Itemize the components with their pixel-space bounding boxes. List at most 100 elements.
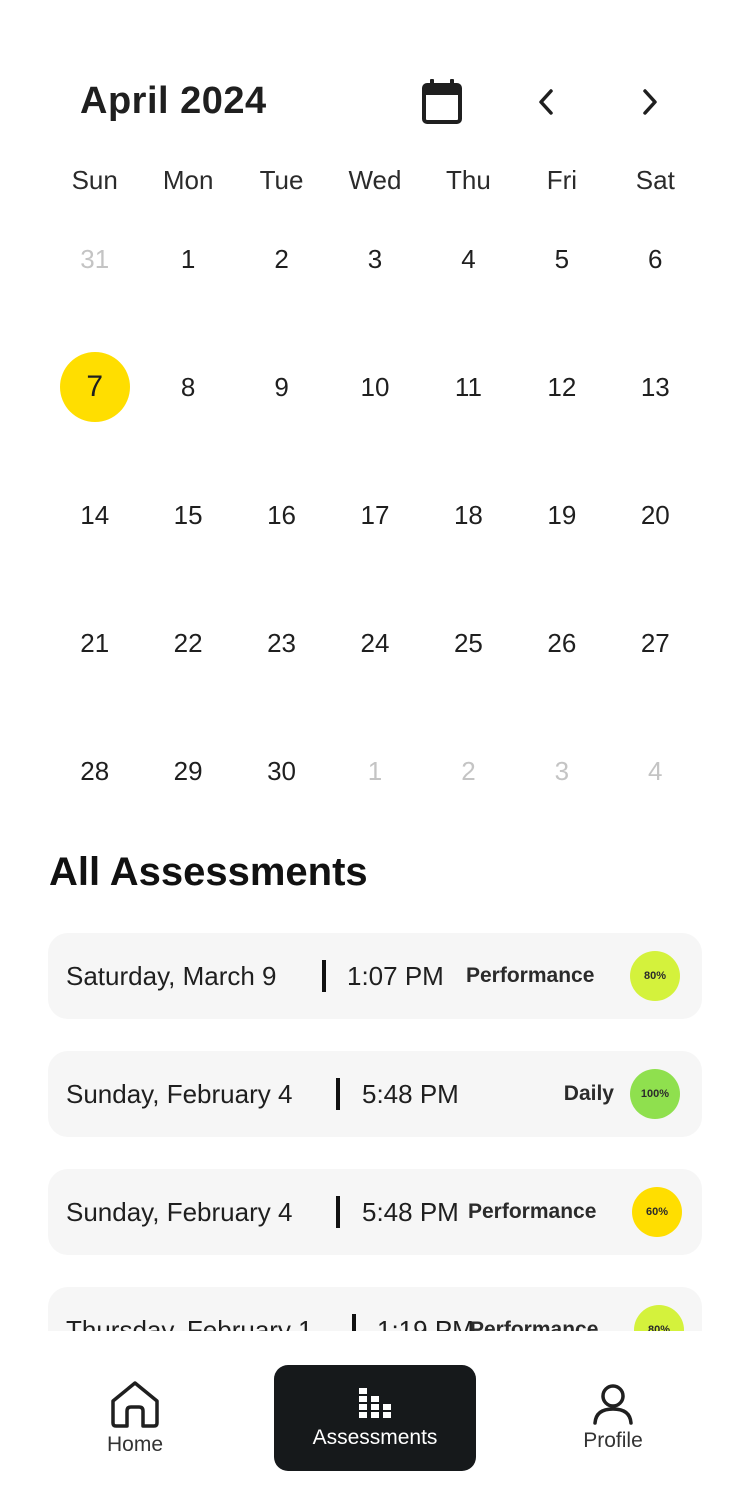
calendar-icon xyxy=(422,79,462,124)
assessment-card[interactable]: Sunday, February 4 5:48 PM Performance 60% xyxy=(48,1169,702,1255)
score-value: 80% xyxy=(647,1323,671,1332)
calendar-day-number: 4 xyxy=(461,243,476,274)
calendar-day[interactable]: 5 xyxy=(515,195,608,323)
calendar-day-number: 12 xyxy=(547,371,577,402)
next-month-button[interactable] xyxy=(624,76,676,128)
calendar-day[interactable]: 17 xyxy=(328,451,421,579)
calendar-day-selected[interactable]: 7 xyxy=(48,323,141,451)
calendar-day-number: 8 xyxy=(180,371,196,402)
calendar-header: April 2024 xyxy=(0,70,750,134)
calendar-day[interactable]: 28 xyxy=(48,707,141,835)
prev-month-button[interactable] xyxy=(520,76,572,128)
calendar-day[interactable]: 11 xyxy=(422,323,515,451)
calendar-day[interactable]: 27 xyxy=(609,579,702,707)
calendar-day[interactable]: 20 xyxy=(609,451,702,579)
calendar-day[interactable]: 1 xyxy=(141,195,234,323)
calendar-day[interactable]: 18 xyxy=(422,451,515,579)
separator xyxy=(336,1196,340,1228)
assessment-date: Sunday, February 4 xyxy=(66,1079,293,1109)
calendar-day-number: 27 xyxy=(640,627,670,658)
assessments-icon xyxy=(359,1388,391,1418)
calendar-day-outside[interactable]: 4 xyxy=(609,707,702,835)
calendar-day[interactable]: 19 xyxy=(515,451,608,579)
separator xyxy=(322,960,326,992)
nav-home[interactable]: Home xyxy=(60,1379,210,1457)
separator xyxy=(352,1314,356,1331)
calendar-day-number: 28 xyxy=(80,755,110,786)
calendar-day-number: 3 xyxy=(367,243,383,274)
assessment-list[interactable]: Saturday, March 9 1:07 PM Performance 80% Su… xyxy=(48,933,702,1331)
calendar-day[interactable]: 15 xyxy=(141,451,234,579)
weekday-mon: Mon xyxy=(162,165,214,195)
calendar-day[interactable]: 29 xyxy=(141,707,234,835)
calendar-picker-button[interactable] xyxy=(416,76,468,128)
nav-profile[interactable]: Profile xyxy=(540,1383,686,1453)
calendar-day-outside[interactable]: 3 xyxy=(515,707,608,835)
calendar-day[interactable]: 3 xyxy=(328,195,421,323)
calendar-day[interactable]: 21 xyxy=(48,579,141,707)
calendar-day[interactable]: 24 xyxy=(328,579,421,707)
calendar-day-number: 25 xyxy=(453,627,483,658)
assessment-time: 1:19 PM xyxy=(377,1315,474,1331)
calendar-day-outside[interactable]: 31 xyxy=(48,195,141,323)
calendar-day[interactable]: 25 xyxy=(422,579,515,707)
assessment-time: 1:07 PM xyxy=(347,961,444,991)
calendar-day-number: 5 xyxy=(554,243,570,274)
weekday-header-row: Sun Mon Tue Wed Thu Fri Sat xyxy=(48,160,702,200)
calendar-day-number: 2 xyxy=(274,243,289,274)
calendar-day[interactable]: 2 xyxy=(235,195,328,323)
calendar-day-number: 29 xyxy=(173,755,203,786)
assessment-time: 5:48 PM xyxy=(362,1079,459,1109)
weekday-sun: Sun xyxy=(71,165,118,195)
calendar-day[interactable]: 4 xyxy=(422,195,515,323)
weekday-tue: Tue xyxy=(259,165,304,195)
section-title: All Assessments xyxy=(49,850,368,894)
nav-profile-label: Profile xyxy=(583,1429,643,1452)
calendar-day-number: 9 xyxy=(274,371,289,402)
assessment-type: Performance xyxy=(468,1200,597,1223)
calendar-day-number: 1 xyxy=(180,243,196,274)
score-value: 80% xyxy=(643,969,667,982)
assessment-card[interactable]: Saturday, March 9 1:07 PM Performance 80% xyxy=(48,933,702,1019)
calendar-day[interactable]: 10 xyxy=(328,323,421,451)
calendar-day[interactable]: 30 xyxy=(235,707,328,835)
assessment-card[interactable]: Thursday, February 1 1:19 PM Performance 80… xyxy=(48,1287,702,1331)
calendar-day-number: 19 xyxy=(547,499,577,530)
calendar-day-number: 20 xyxy=(640,499,670,530)
calendar-day-outside[interactable]: 1 xyxy=(328,707,421,835)
calendar-day[interactable]: 8 xyxy=(141,323,234,451)
nav-assessments-label: Assessments xyxy=(312,1426,438,1449)
assessment-date: Sunday, February 4 xyxy=(66,1197,293,1227)
score-badge: 100% xyxy=(630,1069,680,1119)
score-badge: 80% xyxy=(630,951,680,1001)
calendar-day-number: 26 xyxy=(547,627,577,658)
assessment-card[interactable]: Sunday, February 4 5:48 PM Daily 100% xyxy=(48,1051,702,1137)
bottom-nav: Home Assessments Profile xyxy=(0,1331,750,1493)
assessment-date: Saturday, March 9 xyxy=(66,961,277,991)
calendar-day[interactable]: 13 xyxy=(609,323,702,451)
calendar-day[interactable]: 23 xyxy=(235,579,328,707)
chevron-left-icon xyxy=(539,89,553,115)
score-value: 60% xyxy=(645,1205,669,1218)
weekday-fri: Fri xyxy=(546,165,578,195)
nav-assessments[interactable]: Assessments xyxy=(274,1365,476,1471)
calendar-day[interactable]: 22 xyxy=(141,579,234,707)
calendar-day-grid: 31 1 2 3 4 5 6 7 8 9 10 11 12 13 14 15 16 17 18 19 20 21 22 23 2… xyxy=(48,195,702,835)
calendar-day-number: 15 xyxy=(173,499,203,530)
chevron-right-icon xyxy=(643,89,657,115)
assessment-time: 5:48 PM xyxy=(362,1197,459,1227)
calendar-day-number: 10 xyxy=(360,371,390,402)
calendar-day[interactable]: 26 xyxy=(515,579,608,707)
calendar-day-number: 24 xyxy=(360,627,390,658)
calendar-day[interactable]: 9 xyxy=(235,323,328,451)
calendar-day[interactable]: 12 xyxy=(515,323,608,451)
calendar-day[interactable]: 6 xyxy=(609,195,702,323)
calendar-day-number: 4 xyxy=(648,755,663,786)
calendar-day-number: 7 xyxy=(59,352,130,422)
month-title: April 2024 xyxy=(80,80,267,122)
calendar-day[interactable]: 16 xyxy=(235,451,328,579)
assessment-type: Performance xyxy=(470,1318,599,1331)
calendar-day-outside[interactable]: 2 xyxy=(422,707,515,835)
separator xyxy=(336,1078,340,1110)
calendar-day[interactable]: 14 xyxy=(48,451,141,579)
